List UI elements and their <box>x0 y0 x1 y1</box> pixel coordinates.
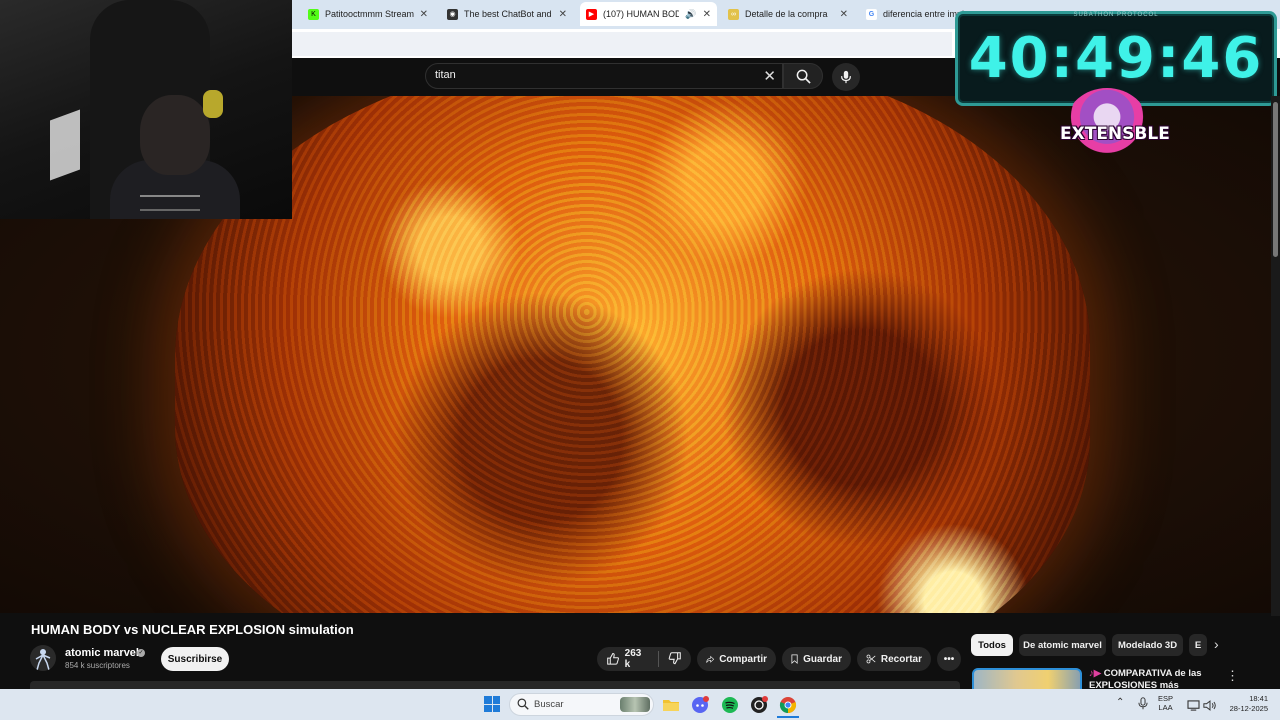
video-title: HUMAN BODY vs NUCLEAR EXPLOSION simulati… <box>31 622 354 637</box>
scrollbar-thumb[interactable] <box>1273 102 1278 257</box>
network-icon[interactable] <box>1187 698 1200 716</box>
chip-channel[interactable]: De atomic marvel <box>1019 634 1106 656</box>
close-icon[interactable]: ✕ <box>559 9 567 20</box>
close-icon[interactable]: ✕ <box>703 9 711 20</box>
speaker-icon[interactable]: 🔊 <box>685 9 696 20</box>
browser-tab[interactable]: G diferencia entre implo <box>860 2 970 26</box>
chip-all[interactable]: Todos <box>971 634 1013 656</box>
language-indicator[interactable]: ESP LAA <box>1158 694 1173 712</box>
voice-search-button[interactable] <box>832 63 860 91</box>
explosion-frame <box>175 96 1090 613</box>
chevron-up-icon[interactable]: ⌃ <box>1116 697 1124 708</box>
search-input[interactable]: titan ✕ <box>425 63 783 89</box>
chip-label: Todos <box>978 639 1006 651</box>
tab-title: (107) HUMAN BODY v <box>603 9 680 19</box>
lamp-light <box>50 109 80 181</box>
system-clock[interactable]: 18:41 28-12-2025 <box>1224 694 1268 714</box>
bookmark-icon <box>791 654 798 664</box>
microphone-icon <box>841 70 851 84</box>
language-code: ESP <box>1158 694 1174 703</box>
microphone-icon[interactable] <box>1138 697 1148 715</box>
taskbar-search-input[interactable]: Buscar <box>509 693 654 716</box>
search-button[interactable] <box>783 63 823 89</box>
rec-title-text: COMPARATIVA de las EXPLOSIONES más <box>1089 668 1202 691</box>
description-box[interactable] <box>30 681 960 689</box>
windows-start-icon[interactable] <box>484 696 500 712</box>
headphone-cup <box>203 90 223 118</box>
share-icon <box>706 655 715 663</box>
tab-title: Detalle de la compra <box>745 9 828 19</box>
chrome-icon[interactable] <box>777 694 799 718</box>
close-icon[interactable]: ✕ <box>840 9 848 20</box>
clip-label: Recortar <box>880 653 922 665</box>
brand-logo-text: EXTENSBLE <box>1060 124 1170 144</box>
volume-icon[interactable] <box>1203 698 1217 716</box>
tab-title: Patitooctmmm Stream - V <box>325 9 414 19</box>
address-bar[interactable] <box>292 32 952 56</box>
scissors-icon <box>866 654 876 664</box>
webcam-overlay <box>0 0 292 219</box>
search-query: titan <box>435 69 456 81</box>
verified-icon: ✓ <box>137 649 145 657</box>
thumbs-down-icon <box>668 651 681 664</box>
streamer-head <box>140 95 210 175</box>
avatar-figure-icon <box>35 649 51 671</box>
shirt-print <box>140 195 200 211</box>
playlist-icon: ♪▶ <box>1089 668 1104 679</box>
tab-title: diferencia entre implo <box>883 9 964 19</box>
chip-label: De atomic marvel <box>1023 639 1102 651</box>
file-explorer-icon[interactable] <box>660 694 682 716</box>
like-dislike-group: 263 k <box>597 647 691 671</box>
more-actions-button[interactable]: ••• <box>937 647 961 671</box>
save-button[interactable]: Guardar <box>782 647 851 671</box>
channel-avatar[interactable] <box>30 645 56 671</box>
search-highlight-image <box>620 697 650 712</box>
youtube-icon: ▶ <box>586 8 597 20</box>
close-icon[interactable]: ✕ <box>763 67 776 85</box>
channel-name[interactable]: atomic marvel <box>65 647 139 659</box>
google-icon: G <box>866 8 877 20</box>
clip-button[interactable]: Recortar <box>857 647 931 671</box>
spotify-icon[interactable] <box>719 694 741 716</box>
chip-label: E <box>1194 639 1202 651</box>
save-label: Guardar <box>803 653 842 665</box>
browser-tab[interactable]: ◉ The best ChatBot and Wi ✕ <box>441 2 573 26</box>
timer-label: SUBATHON PROTOCOL <box>1073 12 1159 18</box>
divider <box>658 651 659 667</box>
obs-icon[interactable] <box>748 694 770 716</box>
discord-icon[interactable] <box>689 694 711 716</box>
keyboard-layout: LAA <box>1158 703 1173 712</box>
subscriber-count: 854 k suscriptores <box>65 661 130 670</box>
share-button[interactable]: Compartir <box>697 647 776 671</box>
tab-title: The best ChatBot and Wi <box>464 9 553 19</box>
chatbot-icon: ◉ <box>447 8 458 20</box>
close-icon[interactable]: ✕ <box>420 9 428 20</box>
like-count: 263 k <box>624 648 642 670</box>
clock-date: 28-12-2025 <box>1229 704 1268 713</box>
chevron-right-icon[interactable]: › <box>1214 636 1219 652</box>
chip-3d-modeling[interactable]: Modelado 3D <box>1112 634 1183 656</box>
like-button[interactable]: 263 k <box>606 648 649 670</box>
share-label: Compartir <box>719 653 767 665</box>
thumbs-up-icon <box>607 652 619 665</box>
kick-icon: K <box>308 8 319 20</box>
clock-time: 18:41 <box>1249 694 1268 703</box>
store-icon: ∞ <box>728 8 739 20</box>
dislike-button[interactable] <box>668 651 682 668</box>
more-icon: ••• <box>943 653 955 665</box>
chip-label: Modelado 3D <box>1117 639 1178 651</box>
page-scrollbar[interactable] <box>1271 96 1280 616</box>
search-icon <box>517 698 529 710</box>
search-icon <box>796 69 811 84</box>
subscribe-button[interactable]: Suscribirse <box>161 647 229 671</box>
browser-tab[interactable]: ∞ Detalle de la compra ✕ <box>722 2 854 26</box>
more-vert-icon[interactable]: ⋮ <box>1226 668 1239 684</box>
browser-tab[interactable]: K Patitooctmmm Stream - V ✕ <box>302 2 434 26</box>
browser-tab-active[interactable]: ▶ (107) HUMAN BODY v 🔊 ✕ <box>580 2 717 26</box>
timer-value: 40:49:46 <box>968 26 1264 91</box>
search-label: Buscar <box>534 699 564 710</box>
chip-partial[interactable]: E <box>1189 634 1207 656</box>
